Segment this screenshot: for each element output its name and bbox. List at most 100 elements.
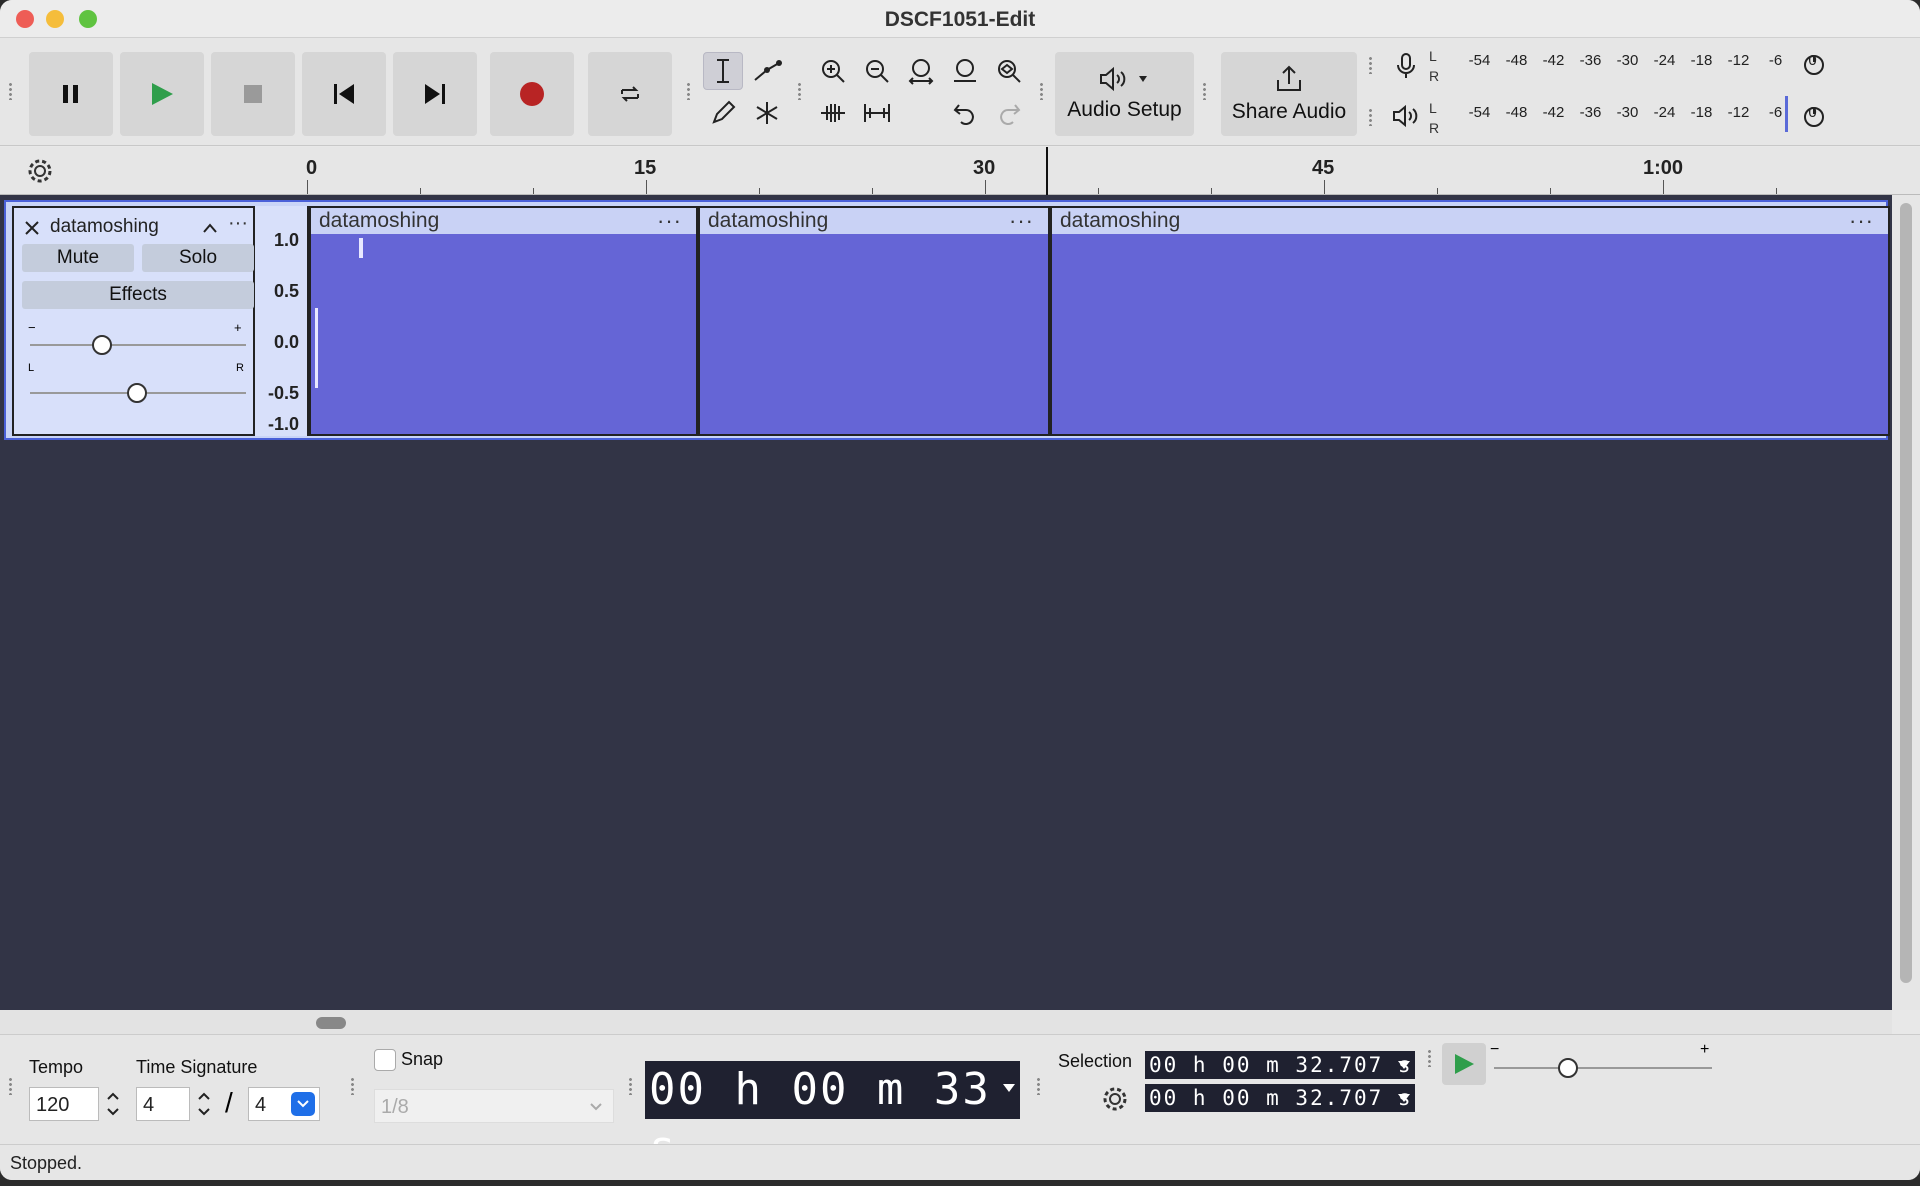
audio-clip[interactable]: datamoshing ··· — [1050, 206, 1890, 436]
time-signature-numerator[interactable]: 4 — [136, 1087, 190, 1121]
chevron-down-icon[interactable] — [291, 1092, 315, 1116]
toolbar-grip[interactable] — [686, 82, 692, 100]
record-meter[interactable]: L R -54 -48 -42 -36 -30 -24 -18 -12 -6 0 — [1429, 42, 1837, 86]
status-bar: Stopped. — [0, 1144, 1920, 1180]
chevron-down-icon[interactable] — [1397, 1060, 1411, 1070]
tempo-input[interactable]: 120 — [29, 1087, 99, 1121]
track-name[interactable]: datamoshing — [50, 216, 159, 238]
redo-button[interactable] — [989, 94, 1029, 132]
audio-clip[interactable]: datamoshing ··· — [309, 206, 698, 436]
selection-end[interactable]: 00 h 00 m 32.707 s — [1145, 1084, 1415, 1112]
clip-header[interactable]: datamoshing ··· — [311, 208, 696, 234]
time-display[interactable]: 00 h 00 m 33 s — [645, 1061, 1020, 1173]
zoom-toggle-button[interactable] — [989, 52, 1029, 90]
clip-menu-icon[interactable]: ··· — [1009, 208, 1034, 234]
clip-menu-icon[interactable]: ··· — [1849, 208, 1874, 234]
stop-button[interactable] — [211, 52, 295, 136]
silence-audio-button[interactable] — [857, 94, 897, 132]
share-audio-button[interactable]: Share Audio — [1221, 52, 1357, 136]
loop-icon — [621, 86, 639, 102]
selection-settings-button[interactable] — [1099, 1083, 1131, 1115]
tempo-stepper[interactable] — [103, 1087, 123, 1121]
playback-speed-slider[interactable] — [1494, 1067, 1712, 1069]
clip-name: datamoshing — [319, 209, 440, 232]
audio-track[interactable]: datamoshing ··· Mute Solo Effects − + L … — [4, 200, 1890, 440]
zoom-out-button[interactable] — [857, 52, 897, 90]
selection-start[interactable]: 00 h 00 m 32.707 s — [1145, 1051, 1415, 1079]
play-button[interactable] — [120, 52, 204, 136]
zoom-toggle-icon — [998, 60, 1021, 83]
selection-start-value: 00 h 00 m 32.707 s — [1149, 1053, 1413, 1077]
play-icon — [152, 83, 173, 105]
timeline-ruler[interactable]: 0 15 30 45 1:00 — [0, 147, 1920, 195]
toolbar-grip[interactable] — [1368, 108, 1374, 126]
clip-name: datamoshing — [1060, 209, 1181, 232]
multi-tool-button[interactable] — [747, 94, 787, 132]
gain-slider-track[interactable] — [30, 344, 246, 346]
numerator-stepper[interactable] — [194, 1087, 214, 1121]
chevron-down-icon[interactable] — [1002, 1083, 1016, 1093]
clip-header[interactable]: datamoshing ··· — [1052, 208, 1888, 234]
meter-options-icon[interactable] — [1801, 52, 1827, 78]
toolbar-grip[interactable] — [8, 1077, 14, 1095]
mute-button[interactable]: Mute — [22, 244, 134, 272]
status-text: Stopped. — [10, 1153, 83, 1173]
playback-speed-thumb[interactable] — [1558, 1058, 1578, 1078]
vertical-scroll-thumb[interactable] — [1900, 203, 1912, 983]
track-menu-icon[interactable]: ··· — [228, 212, 248, 235]
playback-meter[interactable]: L R -54 -48 -42 -36 -30 -24 -18 -12 -6 0 — [1429, 94, 1837, 138]
meter-tick: -12 — [1727, 104, 1750, 121]
solo-button[interactable]: Solo — [142, 244, 254, 272]
vertical-scrollbar[interactable] — [1892, 195, 1920, 1010]
envelope-tool-button[interactable] — [747, 52, 787, 90]
fit-project-button[interactable] — [945, 52, 985, 90]
loop-button[interactable] — [588, 52, 672, 136]
pause-button[interactable] — [29, 52, 113, 136]
gain-slider-thumb[interactable] — [92, 335, 112, 355]
skip-to-start-button[interactable] — [302, 52, 386, 136]
selection-tool-button[interactable] — [703, 52, 743, 90]
fit-selection-button[interactable] — [901, 52, 941, 90]
pan-slider-thumb[interactable] — [127, 383, 147, 403]
timeline-settings-button[interactable] — [24, 155, 56, 187]
zoom-in-button[interactable] — [813, 52, 853, 90]
collapse-track-icon[interactable] — [202, 222, 218, 234]
toolbar-grip[interactable] — [628, 1077, 634, 1095]
snap-checkbox[interactable] — [374, 1049, 396, 1071]
meter-tick: -18 — [1690, 52, 1713, 69]
zoom-fit-icon — [954, 59, 976, 82]
toolbar-grip[interactable] — [1368, 56, 1374, 74]
clip-menu-icon[interactable]: ··· — [657, 208, 682, 234]
play-at-speed-button[interactable] — [1442, 1043, 1486, 1085]
time-signature-denominator[interactable]: 4 — [248, 1087, 320, 1121]
meter-tick: -42 — [1542, 104, 1565, 121]
audio-clip[interactable]: datamoshing ··· — [698, 206, 1050, 436]
undo-button[interactable] — [945, 94, 985, 132]
horizontal-scrollbar[interactable] — [0, 1010, 1892, 1034]
chevron-down-icon[interactable] — [1397, 1093, 1411, 1103]
trim-audio-button[interactable] — [813, 94, 853, 132]
playhead[interactable] — [1046, 147, 1048, 195]
meter-tick: -54 — [1468, 52, 1491, 69]
toolbar-grip[interactable] — [797, 82, 803, 100]
toolbar-grip[interactable] — [1427, 1049, 1433, 1067]
draw-tool-button[interactable] — [703, 94, 743, 132]
skip-to-end-button[interactable] — [393, 52, 477, 136]
clip-header[interactable]: datamoshing ··· — [700, 208, 1048, 234]
close-track-icon[interactable] — [24, 220, 40, 236]
toolbar-grip[interactable] — [1202, 82, 1208, 100]
record-button[interactable] — [490, 52, 574, 136]
playback-meter-button[interactable] — [1386, 97, 1426, 135]
toolbar-grip[interactable] — [8, 82, 14, 100]
tracks-area[interactable]: datamoshing ··· Mute Solo Effects − + L … — [0, 195, 1892, 1010]
ruler-label: 45 — [1312, 157, 1335, 179]
effects-button[interactable]: Effects — [22, 281, 254, 309]
toolbar-grip[interactable] — [1036, 1077, 1042, 1095]
toolbar-grip[interactable] — [1039, 82, 1045, 100]
snap-dropdown[interactable]: 1/8 — [374, 1089, 614, 1123]
meter-options-icon[interactable] — [1801, 104, 1827, 130]
horizontal-scroll-thumb[interactable] — [316, 1017, 346, 1029]
toolbar-grip[interactable] — [350, 1077, 356, 1095]
record-meter-button[interactable] — [1386, 47, 1426, 85]
audio-setup-button[interactable]: Audio Setup — [1055, 52, 1194, 136]
